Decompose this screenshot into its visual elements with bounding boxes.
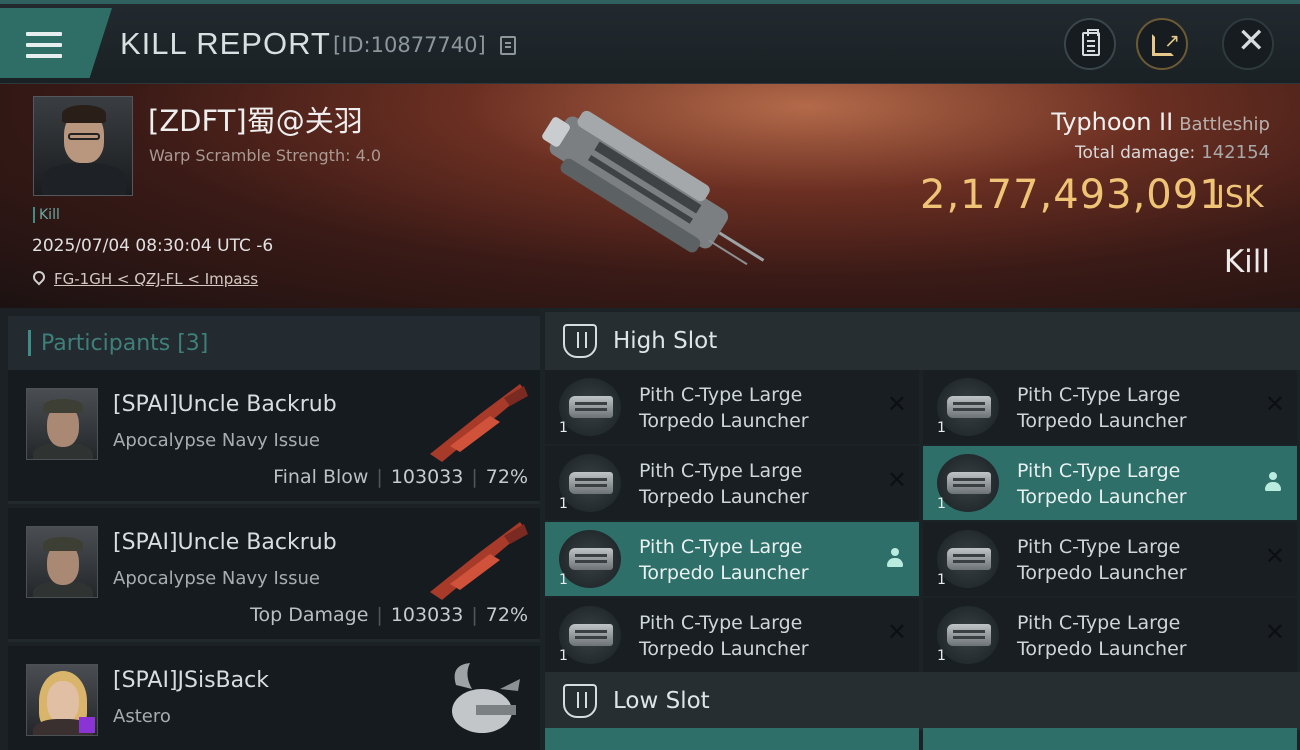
participant-ship: Astero [113, 706, 171, 727]
participant-row[interactable]: [SPAI]JSisBack Astero [8, 646, 540, 750]
close-icon: ✕ [1237, 21, 1266, 61]
x-icon: ✕ [1264, 390, 1285, 418]
x-icon: ✕ [1264, 542, 1285, 570]
participant-ship: Apocalypse Navy Issue [113, 430, 320, 451]
torpedo-launcher-icon [937, 378, 999, 436]
participants-panel: Participants [3] [SPAI]Uncle Backrub Apo… [0, 308, 540, 750]
shield-icon [563, 324, 597, 358]
module-item[interactable] [545, 728, 919, 750]
low-slot-header[interactable]: Low Slot [545, 672, 1300, 730]
location-link[interactable]: FG-1GH < QZJ-FL < Impass [54, 270, 258, 288]
module-item[interactable]: 1 Pith C-Type Large Torpedo Launcher ✕ [923, 522, 1297, 596]
victim-portrait[interactable] [33, 96, 133, 196]
module-item[interactable]: 1 Pith C-Type Large Torpedo Launcher [545, 522, 919, 596]
torpedo-launcher-icon [937, 530, 999, 588]
copy-icon[interactable] [500, 36, 516, 55]
module-item[interactable]: 1 Pith C-Type Large Torpedo Launcher [923, 446, 1297, 520]
victim-name[interactable]: [ZDFT]蜀@关羽 [148, 98, 363, 140]
module-item[interactable] [923, 728, 1297, 750]
x-icon: ✕ [886, 390, 907, 418]
fitting-panel: High Slot 1 Pith C-Type Large Torpedo La… [540, 308, 1300, 750]
torpedo-launcher-icon [937, 454, 999, 512]
top-bar: KILL REPORT [ID:10877740] ↗ ✕ [0, 0, 1300, 84]
avatar [26, 388, 98, 460]
kill-tag: Kill [33, 207, 60, 223]
isk-unit: ISK [1216, 180, 1264, 215]
result-label: Kill [1223, 244, 1270, 280]
torpedo-launcher-icon [559, 454, 621, 512]
module-item[interactable]: 1 Pith C-Type Large Torpedo Launcher ✕ [545, 598, 919, 672]
clipboard-button[interactable] [1064, 18, 1116, 70]
participant-ship-image [430, 384, 528, 462]
torpedo-launcher-icon [559, 530, 621, 588]
module-item[interactable]: 1 Pith C-Type Large Torpedo Launcher ✕ [545, 370, 919, 444]
page-title: KILL REPORT [120, 26, 331, 61]
ship-name[interactable]: Typhoon II Battleship [1051, 108, 1270, 136]
high-slot-header[interactable]: High Slot [545, 312, 1300, 370]
victim-ship-image[interactable] [520, 98, 780, 288]
shield-icon [563, 684, 597, 718]
menu-button[interactable] [0, 8, 112, 78]
corp-badge [79, 717, 95, 733]
module-item[interactable]: 1 Pith C-Type Large Torpedo Launcher ✕ [923, 370, 1297, 444]
participant-stats: Top Damage | 103033 | 72% [250, 604, 528, 626]
participant-name: [SPAI]JSisBack [113, 668, 269, 693]
avatar [26, 664, 98, 736]
participant-ship: Apocalypse Navy Issue [113, 568, 320, 589]
clipboard-icon [1082, 29, 1100, 56]
warp-scramble-strength: Warp Scramble Strength: 4.0 [149, 146, 382, 165]
x-icon: ✕ [886, 466, 907, 494]
x-icon: ✕ [1264, 618, 1285, 646]
avatar [26, 526, 98, 598]
kill-datetime: 2025/07/04 08:30:04 UTC -6 [32, 236, 274, 256]
isk-value: 2,177,493,091 [920, 172, 1226, 218]
share-arrow-icon: ↗ [1164, 30, 1180, 52]
person-icon [887, 548, 903, 568]
participant-ship-image [452, 663, 520, 733]
participant-stats: Final Blow | 103033 | 72% [273, 466, 528, 488]
close-button[interactable]: ✕ [1222, 18, 1274, 70]
participant-name: [SPAI]Uncle Backrub [113, 530, 337, 555]
torpedo-launcher-icon [937, 606, 999, 664]
report-id: [ID:10877740] [333, 33, 486, 57]
torpedo-launcher-icon [559, 378, 621, 436]
person-icon [1265, 472, 1281, 492]
hamburger-icon[interactable] [26, 32, 62, 62]
participant-row[interactable]: [SPAI]Uncle Backrub Apocalypse Navy Issu… [8, 508, 540, 642]
torpedo-launcher-icon [559, 606, 621, 664]
participant-name: [SPAI]Uncle Backrub [113, 392, 337, 417]
participants-header: Participants [3] [8, 316, 540, 370]
x-icon: ✕ [886, 618, 907, 646]
total-damage: Total damage: 142154 [1075, 142, 1270, 163]
module-item[interactable]: 1 Pith C-Type Large Torpedo Launcher ✕ [923, 598, 1297, 672]
participant-row[interactable]: [SPAI]Uncle Backrub Apocalypse Navy Issu… [8, 370, 540, 504]
participant-ship-image [430, 522, 528, 600]
share-button[interactable]: ↗ [1136, 18, 1188, 70]
module-item[interactable]: 1 Pith C-Type Large Torpedo Launcher ✕ [545, 446, 919, 520]
